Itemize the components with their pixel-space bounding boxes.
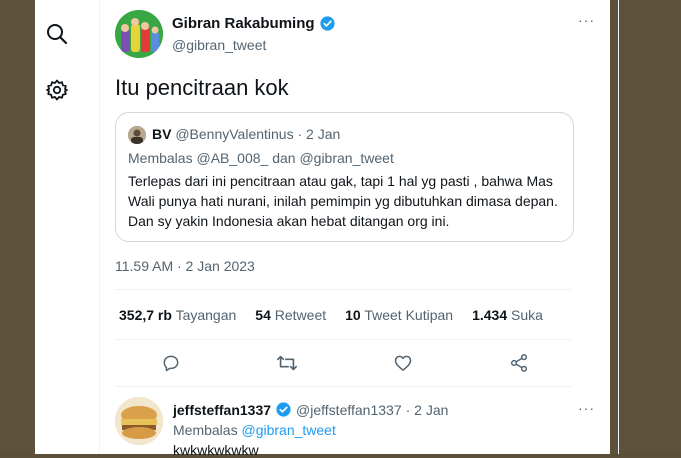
- quoted-reply-mention-1: @AB_008_: [196, 150, 269, 166]
- quoted-author-handle: @BennyValentinus: [175, 126, 294, 142]
- author-avatar[interactable]: [115, 10, 163, 58]
- stat-quotes[interactable]: 10 Tweet Kutipan: [345, 307, 453, 323]
- stat-likes[interactable]: 1.434 Suka: [472, 307, 543, 323]
- reply-icon[interactable]: [160, 352, 182, 374]
- left-nav-rail: [35, 0, 99, 454]
- more-options-icon[interactable]: ···: [578, 12, 595, 28]
- column-border: [618, 0, 619, 454]
- quoted-header: BV @BennyValentinus · 2 Jan: [152, 126, 340, 142]
- right-background: [610, 0, 681, 454]
- quoted-reply-prefix: Membalas: [128, 150, 193, 166]
- tweet-detail: Gibran Rakabuming @gibran_tweet ··· Itu …: [100, 0, 618, 458]
- share-icon[interactable]: [508, 352, 530, 374]
- quoted-reply-context: Membalas @AB_008_ dan @gibran_tweet: [128, 150, 394, 166]
- author-name[interactable]: Gibran Rakabuming: [172, 15, 315, 32]
- verified-badge-icon: [276, 402, 291, 417]
- quoted-tweet[interactable]: BV @BennyValentinus · 2 Jan Membalas @AB…: [115, 112, 574, 242]
- divider-middle: [115, 339, 572, 340]
- divider-top: [115, 289, 572, 290]
- twitter-page: Gibran Rakabuming @gibran_tweet ··· Itu …: [35, 0, 619, 458]
- left-background: [0, 0, 35, 454]
- retweet-icon[interactable]: [276, 352, 298, 374]
- like-icon[interactable]: [392, 352, 414, 374]
- author-name-row[interactable]: Gibran Rakabuming: [172, 15, 336, 32]
- author-handle[interactable]: @gibran_tweet: [172, 37, 266, 53]
- quoted-date: · 2 Jan: [297, 126, 341, 142]
- reply-text: kwkwkwkwkw: [173, 442, 259, 458]
- reply-author-handle[interactable]: @jeffsteffan1337: [296, 402, 402, 418]
- stat-views[interactable]: 352,7 rb Tayangan: [119, 307, 236, 323]
- quoted-author-name: BV: [152, 126, 172, 142]
- reply-date[interactable]: · 2 Jan: [406, 402, 449, 418]
- reply-header: jeffsteffan1337 @jeffsteffan1337 · 2 Jan: [173, 401, 448, 418]
- tweet-text: Itu pencitraan kok: [115, 75, 289, 100]
- reply-mention[interactable]: @gibran_tweet: [241, 422, 335, 438]
- tweet-actions: [160, 352, 530, 374]
- reply-author-name[interactable]: jeffsteffan1337: [173, 402, 271, 418]
- reply-prefix: Membalas: [173, 422, 238, 438]
- quoted-reply-mention-2: @gibran_tweet: [299, 150, 394, 166]
- tweet-stats: 352,7 rb Tayangan 54 Retweet 10 Tweet Ku…: [119, 307, 543, 323]
- reply-author-avatar[interactable]: [115, 397, 163, 445]
- divider-bottom: [115, 386, 572, 387]
- quoted-tweet-text: Terlepas dari ini pencitraan atau gak, t…: [128, 173, 558, 229]
- gear-icon[interactable]: [43, 76, 71, 104]
- search-icon[interactable]: [43, 20, 71, 48]
- reply-more-options-icon[interactable]: ···: [578, 400, 595, 416]
- stat-retweets[interactable]: 54 Retweet: [255, 307, 326, 323]
- tweet-timestamp[interactable]: 11.59 AM · 2 Jan 2023: [115, 258, 255, 274]
- quoted-reply-joiner: dan: [272, 150, 296, 166]
- verified-badge-icon: [319, 16, 335, 31]
- reply-context: Membalas @gibran_tweet: [173, 422, 336, 438]
- quoted-author-avatar: [128, 126, 146, 144]
